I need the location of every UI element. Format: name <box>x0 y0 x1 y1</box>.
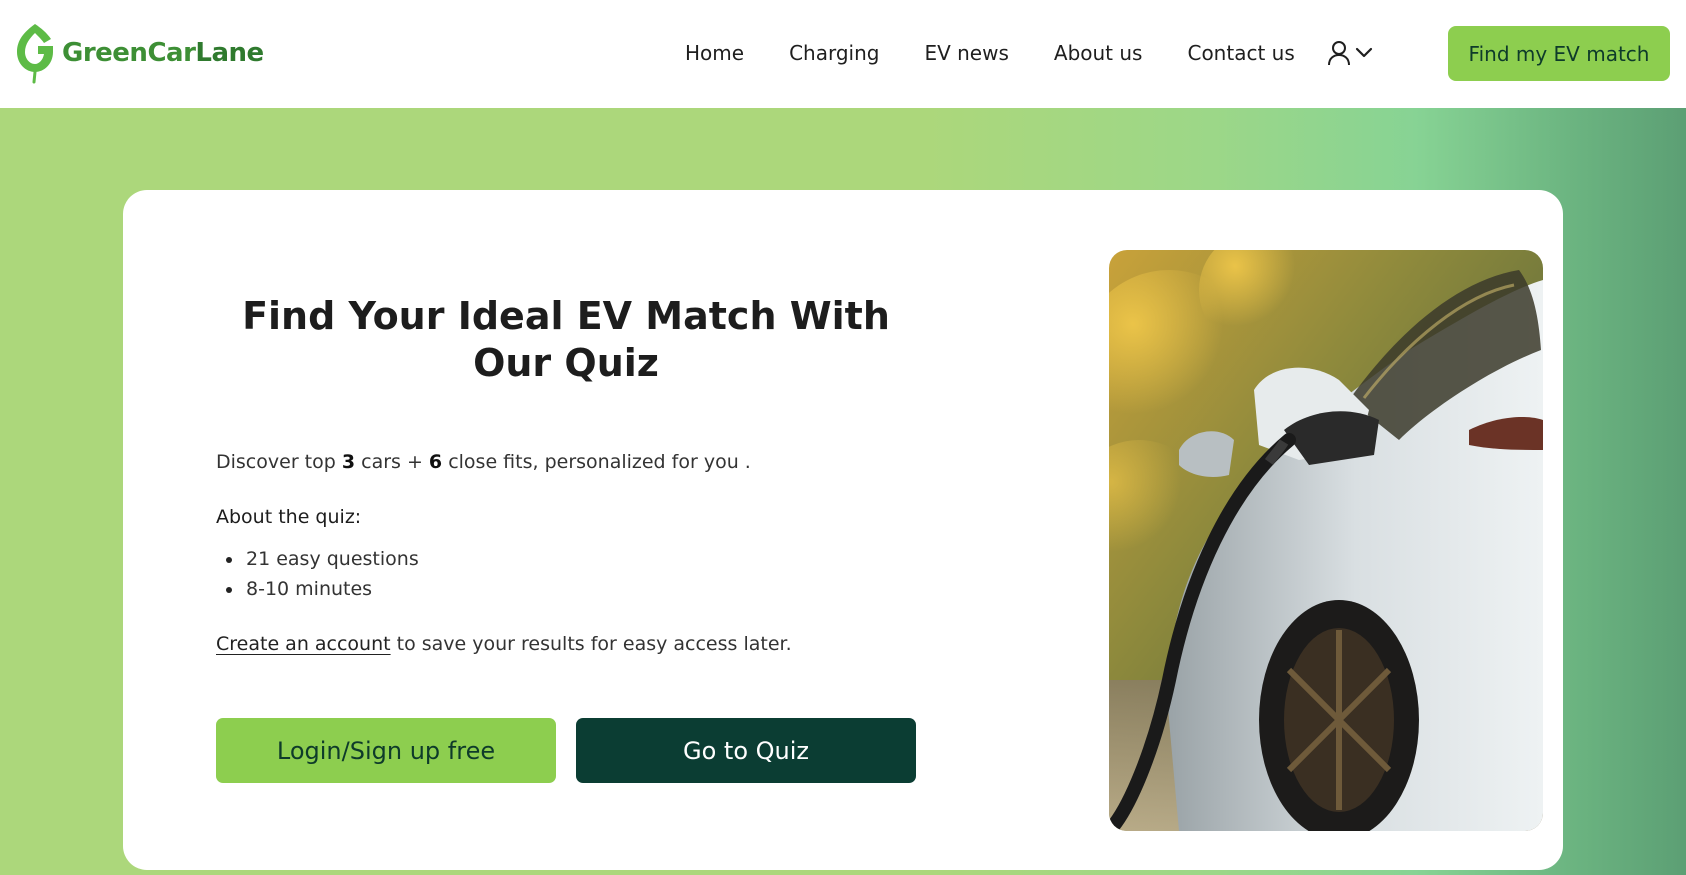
ev-charging-image <box>1109 250 1543 831</box>
close-count: 6 <box>428 451 443 473</box>
account-prompt: Create an account to save your results f… <box>216 633 792 655</box>
page-title: Find Your Ideal EV Match With Our Quiz <box>242 294 890 385</box>
nav-charging[interactable]: Charging <box>789 41 879 65</box>
nav-ev-news[interactable]: EV news <box>924 41 1008 65</box>
top-count: 3 <box>341 451 356 473</box>
about-quiz-list: 21 easy questions 8-10 minutes <box>216 544 419 604</box>
login-signup-button[interactable]: Login/Sign up free <box>216 718 556 783</box>
nav-about-us[interactable]: About us <box>1054 41 1143 65</box>
chevron-down-icon <box>1355 47 1372 58</box>
go-to-quiz-button[interactable]: Go to Quiz <box>576 718 916 783</box>
logo[interactable]: GreenCarLane <box>14 23 264 84</box>
about-quiz-heading: About the quiz: <box>216 506 362 528</box>
quiz-card: Find Your Ideal EV Match With Our Quiz D… <box>123 190 1563 870</box>
create-account-link[interactable]: Create an account <box>216 633 391 655</box>
find-ev-match-button[interactable]: Find my EV match <box>1448 26 1670 81</box>
list-item: 8-10 minutes <box>216 574 419 604</box>
list-item: 21 easy questions <box>216 544 419 574</box>
nav-contact-us[interactable]: Contact us <box>1187 41 1294 65</box>
logo-text: GreenCarLane <box>62 38 264 68</box>
leaf-g-logo-icon <box>17 24 53 84</box>
main-nav: Home Charging EV news About us Contact u… <box>685 33 1375 73</box>
nav-home[interactable]: Home <box>685 41 744 65</box>
intro-text: Discover top 3 cars + 6 close fits, pers… <box>216 451 751 473</box>
site-header: GreenCarLane Home Charging EV news About… <box>0 0 1686 108</box>
hero-section: Find Your Ideal EV Match With Our Quiz D… <box>0 108 1686 875</box>
ev-charging-illustration <box>1109 250 1543 831</box>
user-icon <box>1327 41 1350 66</box>
user-menu-button[interactable] <box>1327 33 1375 73</box>
